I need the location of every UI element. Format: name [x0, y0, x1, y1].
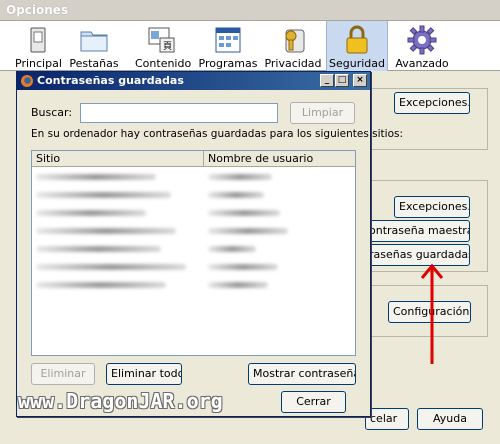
privacy-key-icon: [277, 24, 309, 56]
options-toolbar: Principal Pestañas 頁 Contenido Programas…: [0, 21, 500, 71]
content-icon: 頁: [146, 24, 178, 56]
lock-icon: [341, 24, 373, 56]
saved-passwords-dialog: Contraseñas guardadas _ □ × Buscar: Limp…: [16, 71, 403, 417]
dialog-title: Contraseñas guardadas: [37, 74, 184, 87]
options-title: Opciones: [6, 3, 69, 17]
maximize-button[interactable]: □: [335, 74, 349, 87]
firefox-icon: [21, 75, 33, 87]
delete-button[interactable]: Eliminar: [31, 363, 95, 385]
list-row[interactable]: [32, 223, 355, 240]
tab-label: Principal: [15, 57, 62, 70]
saved-passwords-button[interactable]: raseñas guardadas...: [364, 244, 470, 266]
dialog-title-bar: Contraseñas guardadas _ □ ×: [17, 72, 370, 90]
tab-label: Privacidad: [264, 57, 322, 70]
clear-button[interactable]: Limpiar: [290, 102, 355, 124]
close-window-button[interactable]: ×: [353, 74, 367, 87]
list-row[interactable]: [32, 259, 355, 276]
saved-sites-list[interactable]: Sitio Nombre de usuario: [31, 150, 356, 356]
minimize-button[interactable]: _: [320, 74, 334, 87]
list-row[interactable]: [32, 169, 355, 186]
master-password-button[interactable]: ontraseña maestra...: [364, 220, 470, 242]
tab-contenido[interactable]: 頁 Contenido: [135, 21, 192, 71]
tab-label: Programas: [198, 57, 258, 70]
exceptions-button-2[interactable]: Excepciones...: [394, 196, 470, 218]
delete-all-button[interactable]: Eliminar todos: [106, 363, 182, 385]
tab-avanzado[interactable]: Avanzado: [393, 21, 451, 71]
tab-principal[interactable]: Principal: [15, 21, 62, 71]
description-text: En su ordenador hay contraseñas guardada…: [31, 128, 404, 140]
red-arrow-annotation: [420, 263, 444, 364]
tab-label: Contenido: [135, 57, 192, 70]
tab-programas[interactable]: Programas: [198, 21, 258, 71]
options-title-bar: Opciones: [0, 0, 500, 21]
watermark-text: www.DragonJAR.org: [18, 389, 223, 413]
show-passwords-button[interactable]: Mostrar contraseñas: [248, 363, 356, 385]
search-input[interactable]: [80, 103, 278, 123]
tab-seguridad[interactable]: Seguridad: [326, 21, 388, 71]
switch-icon: [22, 24, 54, 56]
tab-label: Avanzado: [395, 57, 449, 70]
list-header: Sitio Nombre de usuario: [32, 151, 355, 167]
column-header-username[interactable]: Nombre de usuario: [204, 151, 355, 167]
column-header-site[interactable]: Sitio: [32, 151, 204, 167]
applications-icon: [212, 24, 244, 56]
gear-icon: [406, 24, 438, 56]
list-row[interactable]: [32, 241, 355, 258]
list-row[interactable]: [32, 187, 355, 204]
tab-pestanas[interactable]: Pestañas: [66, 21, 122, 71]
tab-label: Seguridad: [329, 57, 385, 70]
exceptions-button-1[interactable]: Excepciones...: [394, 92, 470, 114]
help-button[interactable]: Ayuda: [417, 408, 483, 430]
list-row[interactable]: [32, 277, 355, 294]
tab-privacidad[interactable]: Privacidad: [264, 21, 322, 71]
list-row[interactable]: [32, 205, 355, 222]
cancel-button[interactable]: celar: [365, 408, 409, 430]
tab-label: Pestañas: [69, 57, 119, 70]
svg-text:頁: 頁: [163, 41, 172, 52]
close-button[interactable]: Cerrar: [281, 391, 346, 413]
search-label: Buscar:: [31, 106, 73, 119]
folder-tabs-icon: [78, 24, 110, 56]
